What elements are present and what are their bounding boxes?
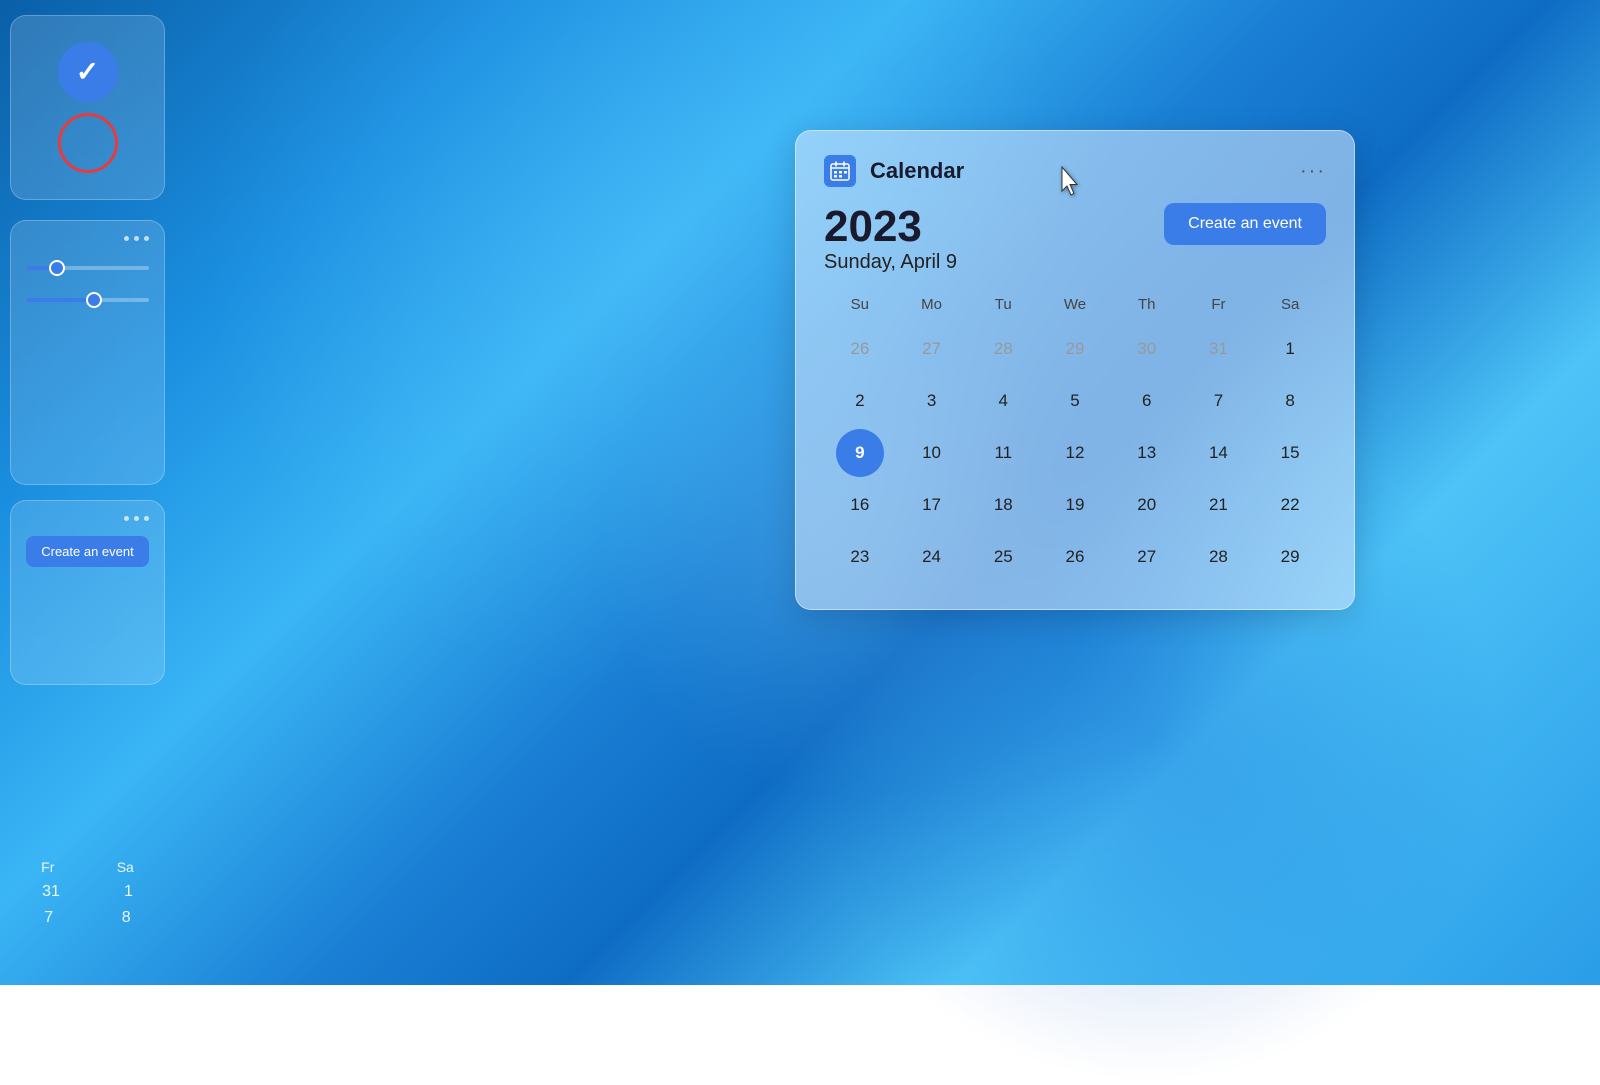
slider-track-2[interactable]: [26, 298, 149, 302]
calendar-header: Calendar ···: [824, 155, 1326, 187]
slider-track-1[interactable]: [26, 266, 149, 270]
calendar-full-date: Sunday, April 9: [824, 251, 957, 274]
cal-cell-w2-d3[interactable]: 12: [1051, 429, 1099, 477]
cal-cell-w2-d0[interactable]: 9: [836, 429, 884, 477]
year-and-button-row: 2023 Sunday, April 9 Create an event: [824, 203, 1326, 274]
left-cal-8: 8: [122, 909, 131, 927]
cal-cell-w2-d4[interactable]: 13: [1123, 429, 1171, 477]
day-header-mo: Mo: [896, 292, 968, 317]
create-event-button[interactable]: Create an event: [1164, 203, 1326, 245]
cal-cell-w2-d5[interactable]: 14: [1194, 429, 1242, 477]
widget-dots-menu: [26, 236, 149, 241]
left-cal-fr: Fr: [41, 859, 54, 875]
dot-e3: [144, 516, 149, 521]
day-header-sa: Sa: [1254, 292, 1326, 317]
dot-2: [134, 236, 139, 241]
create-event-button-left[interactable]: Create an event: [26, 536, 149, 567]
cal-cell-w4-d3[interactable]: 26: [1051, 533, 1099, 581]
cal-cell-w3-d1[interactable]: 17: [908, 481, 956, 529]
day-header-we: We: [1039, 292, 1111, 317]
dot-e2: [134, 516, 139, 521]
day-header-th: Th: [1111, 292, 1183, 317]
calendar-grid-body: 2627282930311234567891011121314151617181…: [824, 325, 1326, 581]
day-header-su: Su: [824, 292, 896, 317]
slider-thumb-2[interactable]: [86, 292, 102, 308]
calendar-grid: Su Mo Tu We Th Fr Sa 2627282930311234567…: [824, 292, 1326, 581]
year-date-group: 2023 Sunday, April 9: [824, 203, 957, 274]
cal-cell-w4-d2[interactable]: 25: [979, 533, 1027, 581]
cal-cell-w3-d5[interactable]: 21: [1194, 481, 1242, 529]
calendar-title-group: Calendar: [824, 155, 964, 187]
cal-cell-w3-d4[interactable]: 20: [1123, 481, 1171, 529]
cal-cell-w1-d2[interactable]: 4: [979, 377, 1027, 425]
cal-cell-w2-d2[interactable]: 11: [979, 429, 1027, 477]
calendar-more-options[interactable]: ···: [1300, 160, 1326, 183]
cal-cell-w3-d2[interactable]: 18: [979, 481, 1027, 529]
left-cal-sa: Sa: [117, 859, 134, 875]
slider-thumb-1[interactable]: [49, 260, 65, 276]
day-header-fr: Fr: [1183, 292, 1255, 317]
cal-cell-w0-d2[interactable]: 28: [979, 325, 1027, 373]
event-widget-dots: [26, 516, 149, 521]
cal-cell-w2-d6[interactable]: 15: [1266, 429, 1314, 477]
cal-cell-w0-d3[interactable]: 29: [1051, 325, 1099, 373]
cal-cell-w1-d6[interactable]: 8: [1266, 377, 1314, 425]
unchecked-circle-red[interactable]: [58, 113, 118, 173]
cal-cell-w4-d4[interactable]: 27: [1123, 533, 1171, 581]
left-cal-31: 31: [42, 883, 60, 901]
left-panel: Create an event Fr Sa 31 1 7 8: [0, 0, 185, 985]
cal-cell-w1-d3[interactable]: 5: [1051, 377, 1099, 425]
cal-cell-w4-d1[interactable]: 24: [908, 533, 956, 581]
cal-cell-w3-d6[interactable]: 22: [1266, 481, 1314, 529]
dot-3: [144, 236, 149, 241]
left-cal-header: Fr Sa: [10, 859, 165, 875]
left-cal-1: 1: [124, 883, 133, 901]
dot-1: [124, 236, 129, 241]
cal-cell-w3-d0[interactable]: 16: [836, 481, 884, 529]
calendar-cols-left: Fr Sa 31 1 7 8: [10, 859, 165, 935]
cal-cell-w1-d0[interactable]: 2: [836, 377, 884, 425]
cal-cell-w1-d4[interactable]: 6: [1123, 377, 1171, 425]
checkbox-widget: [10, 15, 165, 200]
dot-e1: [124, 516, 129, 521]
calendar-app-icon: [824, 155, 856, 187]
calendar-year: 2023: [824, 203, 957, 251]
calendar-info-section: 2023 Sunday, April 9 Create an event: [824, 203, 1326, 274]
cal-cell-w0-d6[interactable]: 1: [1266, 325, 1314, 373]
cal-cell-w4-d0[interactable]: 23: [836, 533, 884, 581]
left-cal-7: 7: [44, 909, 53, 927]
checked-circle-blue[interactable]: [58, 42, 118, 102]
calendar-widget: Calendar ··· 2023 Sunday, April 9 Create…: [795, 130, 1355, 610]
event-widget: Create an event: [10, 500, 165, 685]
left-cal-row-2: 7 8: [10, 909, 165, 927]
cal-cell-w0-d1[interactable]: 27: [908, 325, 956, 373]
calendar-icon-svg: [830, 161, 850, 181]
calendar-day-headers: Su Mo Tu We Th Fr Sa: [824, 292, 1326, 317]
cal-cell-w0-d4[interactable]: 30: [1123, 325, 1171, 373]
cal-cell-w1-d5[interactable]: 7: [1194, 377, 1242, 425]
left-cal-row-1: 31 1: [10, 883, 165, 901]
cal-cell-w4-d6[interactable]: 29: [1266, 533, 1314, 581]
day-header-tu: Tu: [967, 292, 1039, 317]
cal-cell-w4-d5[interactable]: 28: [1194, 533, 1242, 581]
cal-cell-w0-d5[interactable]: 31: [1194, 325, 1242, 373]
cal-cell-w2-d1[interactable]: 10: [908, 429, 956, 477]
slider-fill-2: [26, 298, 94, 302]
calendar-app-title: Calendar: [870, 158, 964, 184]
cal-cell-w3-d3[interactable]: 19: [1051, 481, 1099, 529]
cal-cell-w0-d0[interactable]: 26: [836, 325, 884, 373]
cal-cell-w1-d1[interactable]: 3: [908, 377, 956, 425]
slider-widget: [10, 220, 165, 485]
